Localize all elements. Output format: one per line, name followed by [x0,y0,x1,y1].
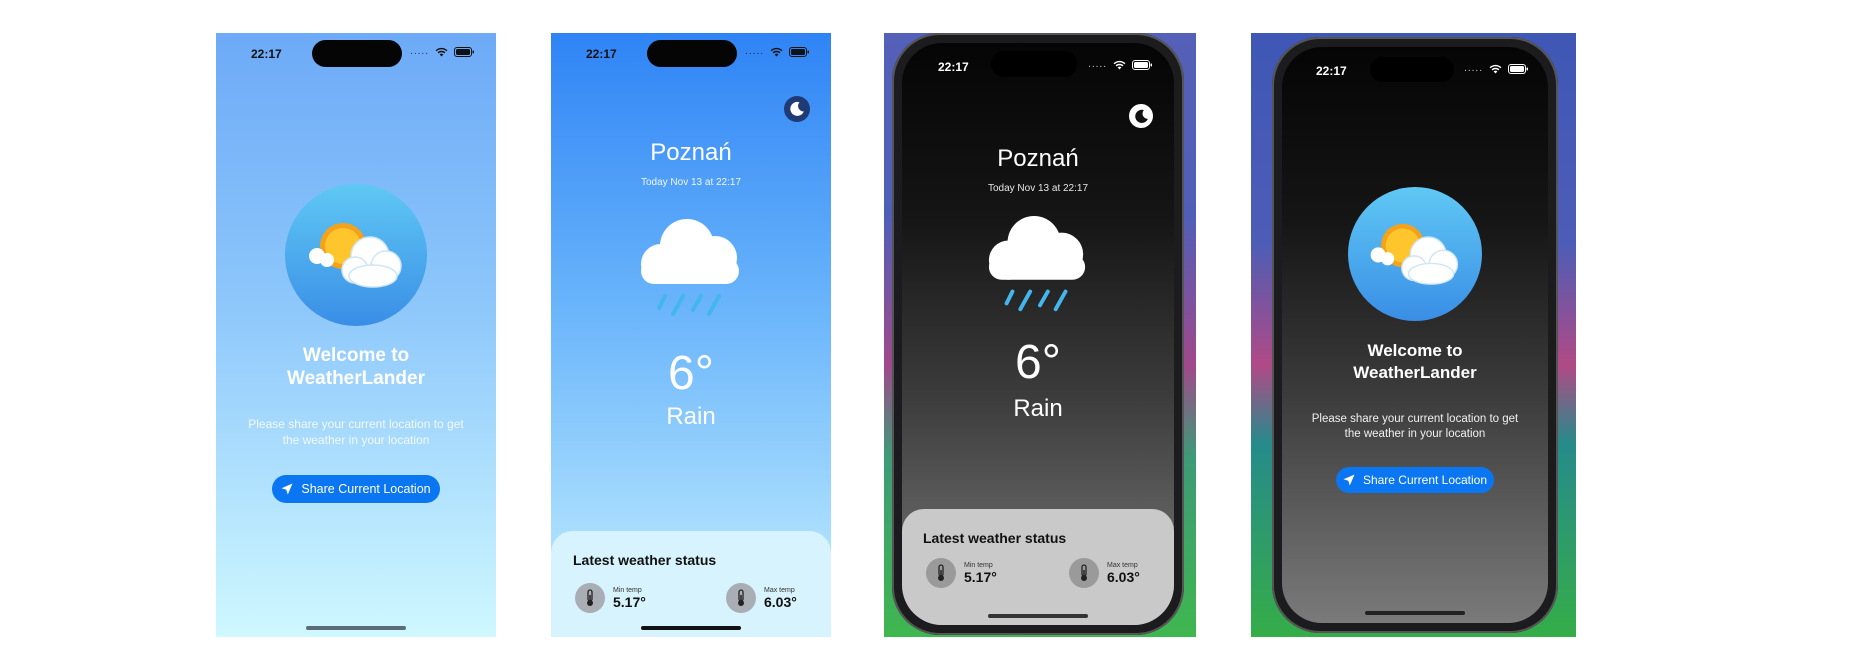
thermometer-icon [726,583,756,613]
temperature: 6° [668,347,714,400]
welcome-screen-dark-frame: 22:17 ..... Welcome to WeatherLander Ple… [1251,33,1576,637]
thermometer-icon [575,583,605,613]
moon-icon [1134,109,1148,123]
welcome-screen-light: 22:17 ..... Welcome to WeatherLander Ple… [216,33,496,637]
date-time: Today Nov 13 at 22:17 [640,177,742,188]
weather-condition: Rain [666,403,716,430]
signal-dots: ..... [410,46,429,57]
min-temp-value: 5.17° [964,568,997,585]
min-temp-stat: Min temp 5.17° [926,558,997,588]
share-button-label: Share Current Location [301,482,431,496]
min-temp-stat: Min temp 5.17° [575,583,646,613]
battery-icon [454,46,474,57]
status-time: 22:17 [586,47,617,61]
dynamic-island [312,40,402,67]
welcome-title-line2: WeatherLander [287,368,425,389]
share-location-button[interactable]: Share Current Location [272,475,440,503]
moon-icon [790,101,804,116]
welcome-title-line1: Welcome to [302,345,410,366]
max-temp-label: Max temp [1107,561,1138,569]
status-time: 22:17 [251,47,282,61]
min-temp-value: 5.17° [613,593,646,610]
phone-screen: 22:17 ..... Welcome to WeatherLander Ple… [1282,47,1548,623]
wifi-icon [1113,60,1126,69]
battery-icon [789,46,809,57]
max-temp-stat: Max temp 6.03° [1069,558,1140,588]
signal-dots: ..... [1464,63,1483,74]
status-bar: 22:17 ..... [902,43,1174,83]
welcome-subtitle-line2: the weather in your location [1344,428,1486,440]
cloud-rain-icon [641,219,739,316]
city-name: Poznań [650,139,732,166]
home-indicator[interactable] [1365,611,1465,615]
dynamic-island [647,40,737,67]
location-arrow-icon [281,483,293,495]
status-card-title: Latest weather status [923,530,1067,546]
weather-screen-light: 22:17 ..... Poznań Today Nov 13 at 22:17… [551,33,831,637]
min-temp-label: Min temp [613,586,642,594]
signal-dots: ..... [1088,59,1107,70]
max-temp-value: 6.03° [1107,568,1140,585]
latest-status-card: Latest weather status Min temp 5.17° Max… [551,531,831,637]
share-button-label: Share Current Location [1362,473,1488,487]
dynamic-island [991,51,1077,77]
welcome-title-line2: WeatherLander [1353,363,1477,382]
welcome-subtitle-line1: Please share your current location to ge… [248,417,464,431]
status-icons: ..... [1088,59,1152,70]
status-time: 22:17 [1316,64,1347,78]
latest-status-card: Latest weather status Min temp 5.17° Max… [902,509,1174,625]
battery-icon [1132,59,1152,70]
status-card-title: Latest weather status [573,552,717,568]
app-logo [285,184,427,326]
sun-cloud-icon [309,223,402,288]
wifi-icon [1489,64,1502,73]
home-indicator[interactable] [988,614,1088,618]
thermometer-icon [926,558,956,588]
wifi-icon [435,47,448,56]
location-arrow-icon [1343,474,1355,486]
max-temp-value: 6.03° [764,593,797,610]
dynamic-island [1370,57,1454,82]
welcome-title: Welcome to WeatherLander [1282,340,1548,384]
status-bar: 22:17 ..... [216,33,496,73]
signal-dots: ..... [745,46,764,57]
status-icons: ..... [1464,63,1528,74]
thermometer-icon [1069,558,1099,588]
min-temp-label: Min temp [964,561,993,569]
status-icons: ..... [745,46,809,57]
wifi-icon [770,47,783,56]
welcome-subtitle: Please share your current location to ge… [1292,412,1538,442]
date-time: Today Nov 13 at 22:17 [987,183,1089,194]
welcome-title: Welcome to WeatherLander [216,344,496,390]
weather-screen-dark-frame: 22:17 ..... Poznań Today Nov 13 at 22:17 [884,33,1196,637]
phone-device: 22:17 ..... Poznań Today Nov 13 at 22:17 [892,33,1184,635]
battery-icon [1508,63,1528,74]
temperature: 6° [1015,336,1061,389]
app-logo [1348,187,1482,321]
home-indicator[interactable] [306,626,406,630]
welcome-subtitle: Please share your current location to ge… [236,416,476,448]
share-location-button[interactable]: Share Current Location [1336,467,1494,493]
welcome-subtitle-line2: the weather in your location [282,433,430,447]
home-indicator[interactable] [641,626,741,630]
phone-device: 22:17 ..... Welcome to WeatherLander Ple… [1272,37,1558,633]
phone-screen: 22:17 ..... Poznań Today Nov 13 at 22:17 [902,43,1174,625]
welcome-title-line1: Welcome to [1367,341,1463,360]
status-icons: ..... [410,46,474,57]
weather-condition: Rain [1013,395,1063,422]
sun-cloud-icon [1370,223,1459,285]
cloud-rain-icon [988,215,1086,312]
theme-toggle-button[interactable] [1129,104,1153,128]
status-bar: 22:17 ..... [551,33,831,73]
max-temp-stat: Max temp 6.03° [726,583,797,613]
welcome-subtitle-line1: Please share your current location to ge… [1311,413,1519,425]
city-name: Poznań [997,145,1079,172]
status-time: 22:17 [938,60,969,74]
theme-toggle-button[interactable] [784,96,810,122]
status-bar: 22:17 ..... [1282,47,1548,87]
max-temp-label: Max temp [764,586,795,594]
